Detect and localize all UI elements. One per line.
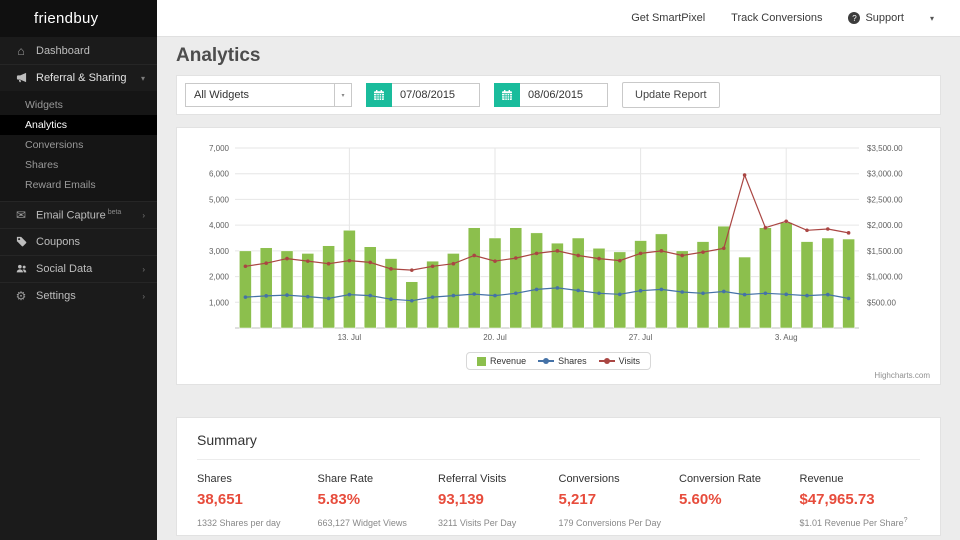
question-circle-icon: ? <box>848 12 861 24</box>
legend-item-shares[interactable]: Shares <box>538 356 587 366</box>
sidebar-item-coupons[interactable]: Coupons <box>0 228 157 255</box>
svg-text:$1,000.00: $1,000.00 <box>867 273 903 282</box>
svg-text:$3,500.00: $3,500.00 <box>867 144 903 153</box>
widget-select-value[interactable]: All Widgets <box>185 83 335 107</box>
sidebar-item-conversions[interactable]: Conversions <box>0 135 157 155</box>
sidebar-item-social-data[interactable]: Social Data › <box>0 255 157 282</box>
analytics-chart: 1,000 2,000 3,000 4,000 5,000 6,000 7,000 $500.… <box>209 144 903 342</box>
topbar: Get SmartPixel Track Conversions ? Suppo… <box>157 0 960 37</box>
calendar-from-button[interactable] <box>366 83 392 107</box>
tag-icon <box>14 236 28 249</box>
legend-item-revenue[interactable]: Revenue <box>477 356 526 366</box>
chevron-right-icon: › <box>142 264 145 274</box>
legend-label: Shares <box>558 356 587 366</box>
stat-share-rate: Share Rate 5.83% 663,127 Widget Views <box>317 473 407 528</box>
stat-referral-visits: Referral Visits 93,139 3211 Visits Per D… <box>438 473 517 528</box>
legend-swatch-revenue <box>477 356 487 366</box>
legend-item-visits[interactable]: Visits <box>598 356 640 366</box>
svg-text:2,000: 2,000 <box>209 273 230 282</box>
svg-text:20. Jul: 20. Jul <box>483 333 507 342</box>
sidebar-item-analytics[interactable]: Analytics <box>0 115 157 135</box>
sidebar-item-settings[interactable]: ⚙ Settings › <box>0 282 157 309</box>
page-title: Analytics <box>176 45 261 66</box>
svg-text:$3,000.00: $3,000.00 <box>867 170 903 179</box>
track-conversions-link[interactable]: Track Conversions <box>731 12 822 24</box>
widget-select[interactable]: All Widgets ▾ <box>185 83 352 107</box>
sidebar-item-dashboard[interactable]: ⌂ Dashboard <box>0 37 157 64</box>
calendar-to-button[interactable] <box>494 83 520 107</box>
sidebar: friendbuy ⌂ Dashboard Referral & Sharing… <box>0 0 157 540</box>
svg-text:$2,000.00: $2,000.00 <box>867 221 903 230</box>
sidebar-item-shares[interactable]: Shares <box>0 155 157 175</box>
legend-label: Visits <box>618 356 640 366</box>
chart-legend: Revenue Shares Visits <box>177 352 940 370</box>
summary-title: Summary <box>197 432 920 460</box>
svg-text:3,000: 3,000 <box>209 247 230 256</box>
summary-stats: Shares 38,651 1332 Shares per day Share … <box>197 473 920 528</box>
account-dropdown-caret[interactable]: ▾ <box>930 14 934 23</box>
megaphone-icon <box>14 72 28 85</box>
sidebar-item-referral-sharing[interactable]: Referral & Sharing ▾ <box>0 64 157 91</box>
svg-text:27. Jul: 27. Jul <box>629 333 653 342</box>
sidebar-item-reward-emails[interactable]: Reward Emails <box>0 175 157 195</box>
svg-text:3. Aug: 3. Aug <box>775 333 798 342</box>
widget-select-caret-icon[interactable]: ▾ <box>335 83 352 107</box>
home-icon: ⌂ <box>17 43 25 58</box>
svg-text:4,000: 4,000 <box>209 221 230 230</box>
date-to-group <box>494 83 608 107</box>
svg-text:$500.00: $500.00 <box>867 298 896 307</box>
legend-label: Revenue <box>490 356 527 366</box>
support-link[interactable]: ? Support <box>848 12 904 24</box>
sidebar-item-label: Email Capture beta <box>36 208 122 222</box>
date-from-group <box>366 83 480 107</box>
svg-text:1,000: 1,000 <box>209 298 230 307</box>
date-from-input[interactable] <box>392 83 480 107</box>
chevron-down-icon: ▾ <box>140 73 145 83</box>
sidebar-item-label: Settings <box>36 290 76 302</box>
stat-conversions: Conversions 5,217 179 Conversions Per Da… <box>558 473 662 528</box>
highcharts-credit[interactable]: Highcharts.com <box>874 371 930 380</box>
beta-badge: beta <box>107 208 122 216</box>
sidebar-item-label: Social Data <box>36 263 93 275</box>
legend-swatch-shares <box>538 358 555 364</box>
chevron-right-icon: › <box>142 291 145 301</box>
gear-icon: ⚙ <box>15 289 27 303</box>
svg-text:6,000: 6,000 <box>209 170 230 179</box>
svg-text:13. Jul: 13. Jul <box>338 333 362 342</box>
referral-sharing-submenu: Widgets Analytics Conversions Shares Rew… <box>0 91 157 201</box>
summary-card: Summary Shares 38,651 1332 Shares per da… <box>176 417 941 536</box>
users-icon <box>14 263 28 276</box>
sidebar-item-label: Coupons <box>36 236 81 248</box>
stat-revenue: Revenue $47,965.73 $1.01 Revenue Per Sha… <box>799 473 908 528</box>
svg-text:$1,500.00: $1,500.00 <box>867 247 903 256</box>
stat-shares: Shares 38,651 1332 Shares per day <box>197 473 281 528</box>
chart-card: 1,000 2,000 3,000 4,000 5,000 6,000 7,000 $500.… <box>176 127 941 385</box>
svg-text:$2,500.00: $2,500.00 <box>867 195 903 204</box>
calendar-icon <box>374 90 384 100</box>
get-smartpixel-link[interactable]: Get SmartPixel <box>631 12 705 24</box>
chevron-right-icon: › <box>142 210 145 220</box>
stat-conversion-rate: Conversion Rate 5.60% <box>679 473 761 508</box>
brand-logo[interactable]: friendbuy <box>0 0 157 37</box>
sidebar-item-label: Referral & Sharing <box>36 72 127 84</box>
envelope-icon: ✉ <box>15 208 27 222</box>
calendar-icon <box>502 90 512 100</box>
sidebar-item-email-capture[interactable]: ✉ Email Capture beta › <box>0 201 157 228</box>
sidebar-item-widgets[interactable]: Widgets <box>0 95 157 115</box>
date-to-input[interactable] <box>520 83 608 107</box>
legend-swatch-visits <box>598 358 615 364</box>
svg-text:5,000: 5,000 <box>209 195 230 204</box>
sidebar-item-label: Dashboard <box>36 44 90 57</box>
update-report-button[interactable]: Update Report <box>622 82 720 108</box>
svg-text:7,000: 7,000 <box>209 144 230 153</box>
filter-bar: All Widgets ▾ Update Report <box>176 75 941 115</box>
